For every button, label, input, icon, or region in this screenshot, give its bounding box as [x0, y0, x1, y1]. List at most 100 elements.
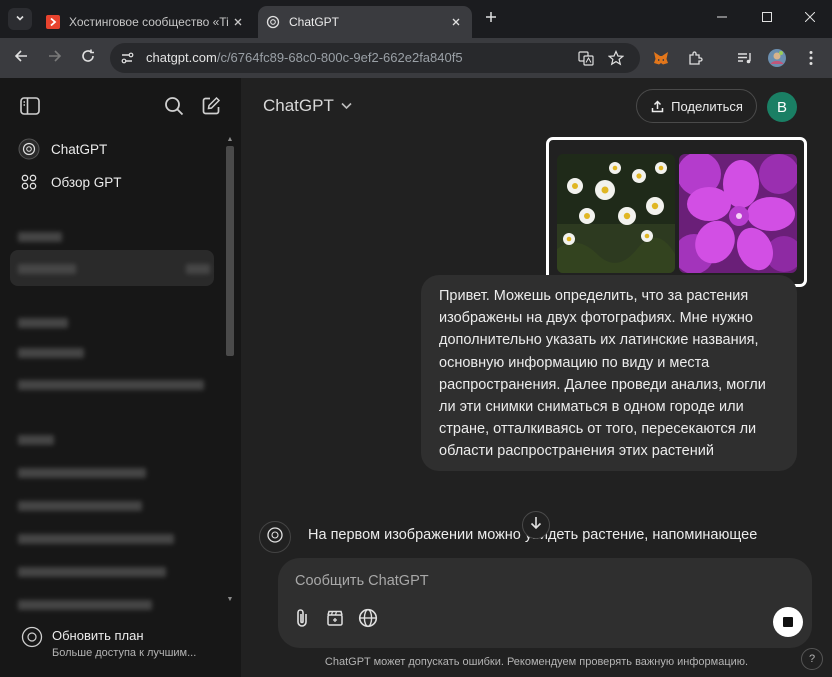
upgrade-plan-subtitle: Больше доступа к лучшим... — [52, 647, 197, 659]
back-button[interactable] — [9, 46, 33, 70]
scroll-down-arrow[interactable]: ▼ — [226, 596, 234, 604]
sidebar: ChatGPT Обзор GPT ▲ ▼ Обновить план Боль… — [0, 78, 241, 677]
clapperboard-icon — [326, 609, 344, 632]
message-line: дополнительно указать их латинские назва… — [439, 332, 759, 349]
translate-icon[interactable] — [576, 49, 596, 67]
minimize-button[interactable] — [700, 0, 744, 36]
url-path: /c/6764fc89-68c0-800c-9ef2-662e2fa840f5 — [216, 50, 463, 65]
site-settings-icon[interactable] — [118, 49, 136, 67]
message-line: Привет. Можешь определить, что за растен… — [439, 288, 749, 304]
share-label: Поделиться — [671, 98, 743, 114]
assistant-avatar — [259, 521, 291, 553]
message-line: ли эти снимки сниматься в одном городе и… — [439, 399, 744, 416]
tab-search-button[interactable] — [8, 8, 32, 30]
sidebar-item-label: Обзор GPT — [51, 174, 122, 190]
scroll-up-arrow[interactable]: ▲ — [226, 136, 234, 144]
history-item-redacted[interactable] — [18, 600, 152, 610]
user-avatar[interactable]: B — [767, 92, 797, 122]
upgrade-plan-button[interactable]: Обновить план Больше доступа к лучшим... — [12, 618, 222, 664]
arrow-right-icon — [48, 49, 62, 68]
profile-avatar-icon[interactable] — [766, 47, 788, 69]
more-menu-icon[interactable] — [800, 47, 822, 69]
chevron-down-icon — [340, 99, 354, 113]
web-search-button[interactable] — [357, 608, 379, 633]
new-tab-button[interactable] — [480, 8, 502, 30]
model-name: ChatGPT — [263, 96, 334, 115]
history-item-redacted[interactable] — [18, 348, 84, 358]
upgrade-plan-title: Обновить план — [52, 628, 144, 643]
model-selector[interactable]: ChatGPT — [263, 96, 354, 116]
upgrade-plan-icon — [20, 625, 44, 649]
metamask-extension-icon[interactable] — [650, 47, 672, 69]
message-line: основную информацию по виду и места — [439, 354, 710, 371]
reload-button[interactable] — [76, 46, 100, 70]
close-window-button[interactable] — [788, 0, 832, 36]
openai-logo-icon — [266, 526, 284, 549]
arrow-down-icon — [530, 516, 542, 535]
url-host: chatgpt.com — [146, 50, 217, 65]
message-input[interactable]: Сообщить ChatGPT — [295, 573, 429, 589]
openai-logo-icon — [18, 138, 40, 160]
history-section-label-redacted — [18, 435, 54, 445]
minimize-icon — [717, 9, 727, 27]
tab-title: ChatGPT — [289, 15, 340, 29]
browser-toolbar: chatgpt.com/c/6764fc89-68c0-800c-9ef2-66… — [0, 38, 832, 78]
message-line: области распространения этих растений — [439, 443, 714, 460]
bookmark-star-icon[interactable] — [606, 49, 626, 67]
history-item-options-redacted — [186, 264, 210, 274]
tab-title: Хостинговое сообщество «Tim — [69, 15, 228, 29]
globe-icon — [358, 608, 378, 633]
sidebar-item-explore-gpts[interactable]: Обзор GPT — [12, 167, 212, 197]
history-item-redacted[interactable] — [18, 380, 204, 390]
message-line: изображены на двух фотографиях. Мне нужн… — [439, 310, 753, 327]
plus-icon — [485, 10, 497, 28]
history-item-redacted[interactable] — [18, 534, 174, 544]
share-button[interactable]: Поделиться — [636, 89, 757, 123]
tools-button[interactable] — [324, 609, 346, 631]
timeweb-favicon-icon — [46, 15, 60, 29]
message-line: стране, отталкиваясь от того, пересекают… — [439, 421, 757, 438]
sidebar-item-label: ChatGPT — [51, 141, 108, 157]
toggle-sidebar-icon[interactable] — [17, 93, 43, 119]
sidebar-scrollbar[interactable] — [226, 146, 234, 356]
paperclip-icon — [295, 608, 309, 633]
stop-icon — [783, 617, 793, 627]
history-section-label-redacted — [18, 318, 68, 328]
history-section-label-redacted — [18, 232, 62, 242]
chat-main: ChatGPT Поделиться B Привет. Можешь опре… — [241, 78, 832, 677]
browser-tab-bar: Хостинговое сообщество «Tim ChatGPT — [0, 0, 832, 38]
close-tab-icon[interactable] — [228, 12, 248, 32]
history-item-redacted[interactable] — [18, 501, 142, 511]
arrow-left-icon — [14, 49, 28, 68]
new-chat-edit-icon[interactable] — [198, 93, 224, 119]
media-controls-icon[interactable] — [734, 47, 756, 69]
search-icon[interactable] — [161, 93, 187, 119]
maximize-button[interactable] — [745, 0, 789, 36]
scroll-to-bottom-button[interactable] — [522, 511, 550, 539]
tab-hosting-community[interactable]: Хостинговое сообщество «Tim — [38, 6, 254, 38]
tab-chatgpt[interactable]: ChatGPT — [258, 6, 472, 38]
user-message-bubble: Привет. Можешь определить, что за растен… — [421, 275, 797, 471]
forward-button[interactable] — [43, 46, 67, 70]
help-button[interactable]: ? — [801, 648, 823, 670]
address-bar[interactable]: chatgpt.com/c/6764fc89-68c0-800c-9ef2-66… — [110, 43, 640, 73]
daisy-photo[interactable] — [557, 154, 675, 273]
close-tab-icon[interactable] — [446, 12, 466, 32]
maximize-icon — [762, 9, 772, 27]
history-item-redacted[interactable] — [18, 567, 166, 577]
disclaimer-text: ChatGPT может допускать ошибки. Рекоменд… — [324, 656, 749, 668]
phlox-photo[interactable] — [679, 154, 797, 273]
stop-generating-button[interactable] — [773, 607, 803, 637]
message-line: распространения. Далее проведи анализ, м… — [439, 376, 766, 393]
history-item-redacted[interactable] — [18, 468, 146, 478]
history-item-redacted — [18, 264, 76, 274]
openai-favicon-icon — [266, 15, 280, 29]
chevron-down-icon — [15, 10, 25, 28]
message-composer: Сообщить ChatGPT — [278, 558, 812, 648]
reload-icon — [81, 49, 95, 68]
sidebar-item-chatgpt[interactable]: ChatGPT — [12, 134, 212, 164]
attach-button[interactable] — [291, 608, 313, 633]
extensions-puzzle-icon[interactable] — [684, 47, 706, 69]
url-text: chatgpt.com/c/6764fc89-68c0-800c-9ef2-66… — [146, 50, 463, 65]
close-icon — [804, 9, 816, 27]
